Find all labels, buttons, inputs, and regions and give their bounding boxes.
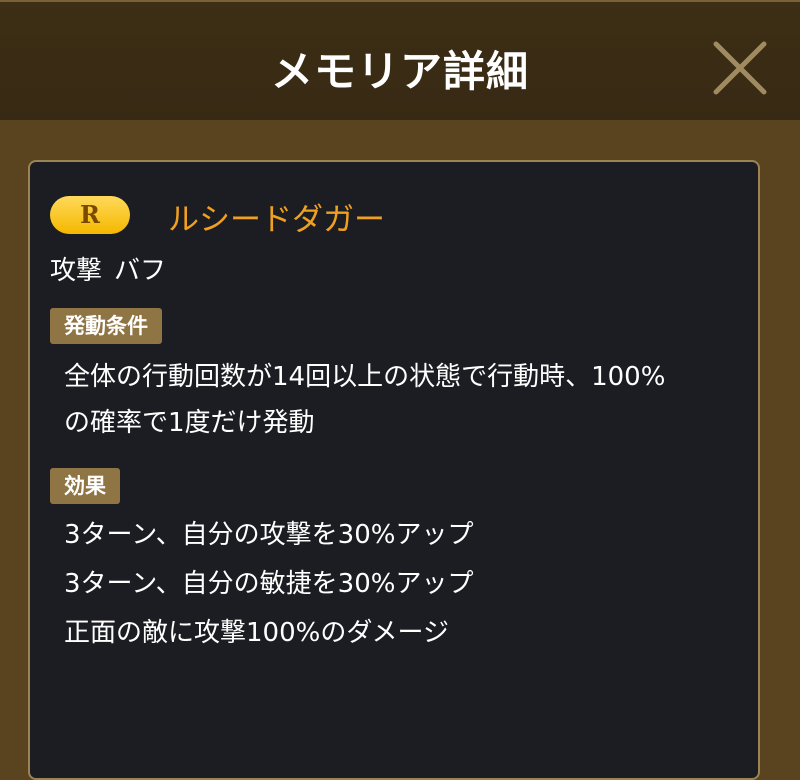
effect-text-line: 正面の敵に攻撃100%のダメージ bbox=[64, 618, 450, 648]
rarity-badge: R bbox=[50, 196, 130, 234]
effect-text-line: 3ターン、自分の敏捷を30%アップ bbox=[64, 569, 474, 599]
condition-label: 発動条件 bbox=[50, 308, 162, 344]
memoria-tags: 攻撃 バフ bbox=[50, 250, 166, 287]
effect-label: 効果 bbox=[50, 468, 120, 504]
close-icon bbox=[713, 41, 767, 95]
condition-text-line: 全体の行動回数が14回以上の状態で行動時、100% bbox=[64, 362, 666, 392]
condition-text-line: の確率で1度だけ発動 bbox=[64, 408, 315, 438]
tag-attack: 攻撃 bbox=[50, 256, 103, 286]
page-title: メモリア詳細 bbox=[270, 47, 529, 96]
modal-header: メモリア詳細 bbox=[0, 0, 800, 120]
tag-buff: バフ bbox=[114, 256, 167, 286]
memoria-name: ルシードダガー bbox=[168, 202, 385, 238]
close-button[interactable] bbox=[708, 36, 772, 100]
effect-text-line: 3ターン、自分の攻撃を30%アップ bbox=[64, 520, 474, 550]
